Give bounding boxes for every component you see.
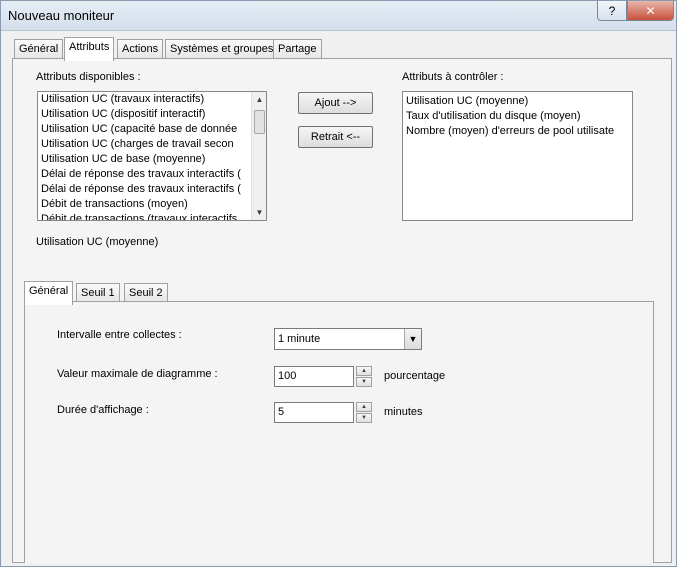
tab-attributs[interactable]: Attributs	[64, 37, 115, 61]
tab-systemes-et-groupes[interactable]: Systèmes et groupes	[165, 39, 279, 59]
attributs-panel: Attributs disponibles : Utilisation UC (…	[12, 58, 672, 563]
spin-up-icon[interactable]: ▲	[356, 402, 372, 412]
list-item[interactable]: Utilisation UC (charges de travail secon	[38, 137, 266, 152]
close-icon: ✕	[645, 3, 656, 18]
interval-select[interactable]: 1 minute ▼	[274, 328, 422, 350]
duration-label: Durée d'affichage :	[57, 404, 149, 416]
max-value-stepper[interactable]: ▲ ▼	[356, 366, 372, 387]
spin-up-icon[interactable]: ▲	[356, 366, 372, 376]
tab-actions[interactable]: Actions	[117, 39, 164, 59]
tab-general[interactable]: Général	[14, 39, 64, 59]
window-title: Nouveau moniteur	[8, 8, 115, 23]
tab-partage[interactable]: Partage	[273, 39, 322, 59]
list-item[interactable]: Utilisation UC de base (moyenne)	[38, 152, 266, 167]
max-value-input[interactable]: 100	[274, 366, 354, 387]
scroll-up-icon[interactable]: ▲	[252, 92, 266, 107]
list-scrollbar[interactable]: ▲ ▼	[251, 92, 266, 220]
spin-down-icon[interactable]: ▼	[356, 413, 372, 423]
list-item[interactable]: Taux d'utilisation du disque (moyen)	[403, 109, 632, 124]
spin-down-icon[interactable]: ▼	[356, 377, 372, 387]
dialog-window: Nouveau moniteur ? ✕ Général Attributs A…	[0, 0, 677, 567]
attribute-general-panel: Intervalle entre collectes : 1 minute ▼ …	[24, 301, 654, 563]
interval-label: Intervalle entre collectes :	[57, 329, 182, 341]
add-button[interactable]: Ajout -->	[298, 92, 373, 114]
scroll-down-icon[interactable]: ▼	[252, 205, 266, 220]
monitored-attributes-list[interactable]: Utilisation UC (moyenne) Taux d'utilisat…	[402, 91, 633, 221]
duration-input[interactable]: 5	[274, 402, 354, 423]
monitored-attributes-label: Attributs à contrôler :	[402, 71, 504, 83]
help-button[interactable]: ?	[597, 1, 627, 21]
chevron-down-icon[interactable]: ▼	[404, 329, 421, 349]
max-value-unit: pourcentage	[384, 370, 446, 382]
list-item[interactable]: Débit de transactions (moyen)	[38, 197, 266, 212]
duration-stepper[interactable]: ▲ ▼	[356, 402, 372, 423]
list-item[interactable]: Débit de transactions (travaux interacti…	[38, 212, 266, 220]
list-item[interactable]: Nombre (moyen) d'erreurs de pool utilisa…	[403, 124, 632, 139]
available-attributes-list[interactable]: Utilisation UC (travaux interactifs) Uti…	[37, 91, 267, 221]
list-item[interactable]: Utilisation UC (dispositif interactif)	[38, 107, 266, 122]
list-item[interactable]: Utilisation UC (capacité base de donnée	[38, 122, 266, 137]
list-item[interactable]: Délai de réponse des travaux interactifs…	[38, 182, 266, 197]
title-bar: Nouveau moniteur ? ✕	[1, 1, 676, 31]
list-item[interactable]: Délai de réponse des travaux interactifs…	[38, 167, 266, 182]
subtab-general[interactable]: Général	[24, 281, 74, 305]
available-attributes-label: Attributs disponibles :	[36, 71, 141, 83]
help-icon: ?	[608, 3, 616, 18]
interval-value: 1 minute	[278, 333, 321, 345]
list-item[interactable]: Utilisation UC (moyenne)	[403, 94, 632, 109]
scroll-thumb[interactable]	[254, 110, 265, 134]
dialog-content: Général Attributs Actions Systèmes et gr…	[6, 33, 672, 563]
list-item[interactable]: Utilisation UC (travaux interactifs)	[38, 92, 266, 107]
close-button[interactable]: ✕	[627, 1, 674, 21]
max-value-label: Valeur maximale de diagramme :	[57, 368, 218, 380]
selected-attribute-label: Utilisation UC (moyenne)	[36, 236, 159, 248]
subtab-seuil-2[interactable]: Seuil 2	[124, 283, 168, 303]
remove-button[interactable]: Retrait <--	[298, 126, 373, 148]
duration-unit: minutes	[384, 406, 423, 418]
subtab-seuil-1[interactable]: Seuil 1	[76, 283, 120, 303]
